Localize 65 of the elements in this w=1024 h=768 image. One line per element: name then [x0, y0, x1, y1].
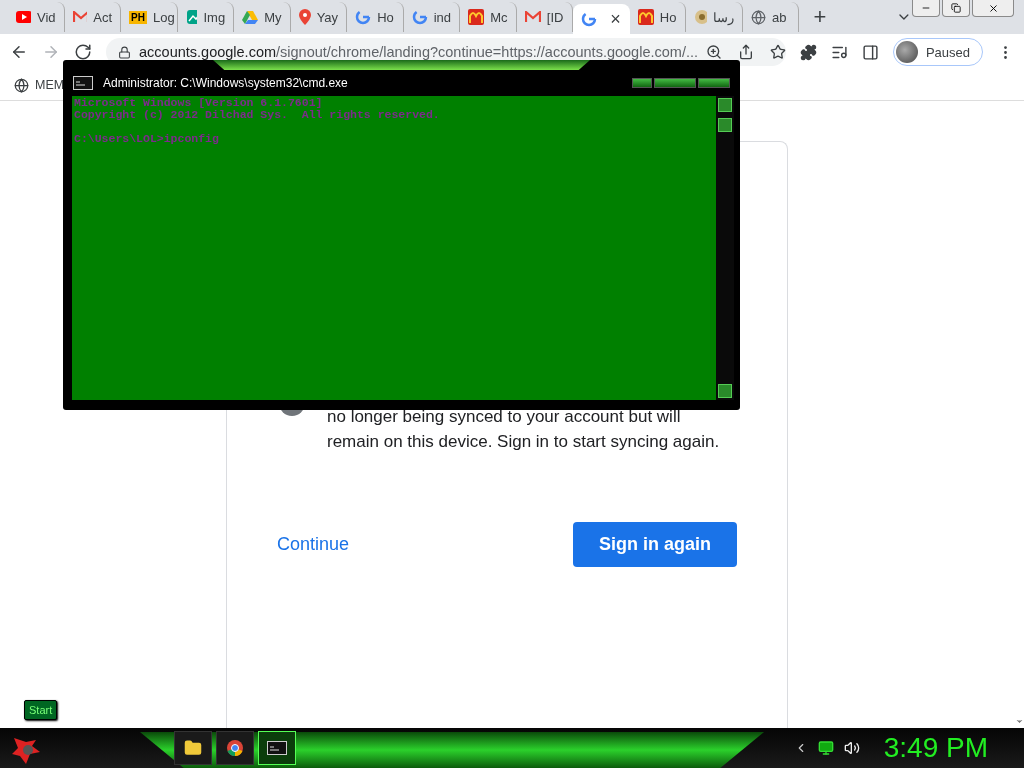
arches-icon: [468, 9, 485, 25]
taskbar-app-button[interactable]: [216, 731, 254, 765]
console-icon: [73, 76, 93, 90]
map-pin-icon: [298, 9, 311, 25]
console-line: Microsoft Windows [Version 6.1.7601]: [74, 97, 324, 109]
avatar: [895, 41, 918, 63]
sign-in-button[interactable]: Sign in again: [573, 522, 737, 567]
minimize-button[interactable]: [632, 78, 652, 88]
emblem-icon: [694, 9, 707, 25]
console-icon: [267, 741, 287, 755]
close-button[interactable]: [698, 78, 730, 88]
new-tab-button[interactable]: +: [799, 4, 837, 34]
arches-icon: [637, 9, 654, 25]
ring-icon: [355, 9, 372, 25]
browser-tab[interactable]: Mc: [460, 2, 517, 32]
window-title: Administrator: C:\Windows\system32\cmd.exe: [103, 76, 348, 90]
clock[interactable]: 3:49 PM: [883, 732, 988, 764]
folder-icon: [184, 739, 202, 757]
globe-icon: [14, 77, 29, 93]
scroll-thumb[interactable]: [718, 118, 732, 132]
browser-tab[interactable]: رسا: [686, 2, 743, 32]
browser-icon: [226, 739, 244, 757]
console-line: Copyright (c) 2012 Dilchad Sys. All rights reserved.: [74, 109, 441, 121]
triangle-icon: [242, 10, 259, 24]
side-panel-icon[interactable]: [861, 43, 879, 61]
browser-tab[interactable]: ×: [573, 4, 630, 34]
browser-tab[interactable]: ab: [742, 2, 800, 32]
envelope-icon: [72, 11, 88, 23]
bookmark-star-icon[interactable]: [770, 44, 786, 60]
continue-button[interactable]: Continue: [277, 526, 350, 563]
share-icon[interactable]: [738, 44, 754, 60]
maximize-button[interactable]: [654, 78, 696, 88]
globe-icon: [750, 9, 766, 25]
envelope-icon: [524, 11, 541, 23]
image-icon: [185, 9, 198, 25]
browser-tab[interactable]: My: [234, 2, 291, 32]
browser-tab[interactable]: Ho: [347, 2, 404, 32]
console-line: C:\Users\LOL>ipconfig: [74, 133, 220, 145]
tab-badge: PH: [129, 10, 147, 24]
zoom-icon[interactable]: [706, 44, 722, 60]
play-icon: [16, 11, 31, 23]
restore-button[interactable]: [942, 0, 971, 17]
browser-tab[interactable]: Vid: [8, 2, 65, 32]
back-icon[interactable]: [10, 43, 28, 61]
volume-icon[interactable]: [843, 740, 860, 756]
message-text: no longer being synced to your account but will remain on this device. Sign in to start syncing again.: [327, 406, 721, 453]
browser-tab[interactable]: Yay: [290, 2, 348, 32]
restore-icon: [951, 3, 962, 13]
browser-tab[interactable]: ind: [403, 2, 461, 32]
bookmark-item[interactable]: MEM: [14, 77, 65, 93]
taskbar-app-button[interactable]: [174, 731, 212, 765]
browser-tab[interactable]: Act: [64, 2, 122, 32]
browser-tab[interactable]: Img: [177, 2, 235, 32]
network-icon[interactable]: [817, 740, 834, 756]
close-icon: [987, 2, 999, 14]
ring-icon: [411, 9, 428, 25]
extensions-icon[interactable]: [799, 43, 817, 61]
lock-icon: [118, 45, 131, 59]
start-tooltip: Start: [24, 700, 58, 720]
url-text: accounts.google.com/signout/chrome/landing?continue=https://accounts.google.com/...: [139, 44, 698, 60]
scroll-down-icon[interactable]: [1014, 717, 1024, 726]
browser-tab[interactable]: PH Log: [121, 2, 178, 32]
browser-tab[interactable]: Ho: [629, 2, 687, 32]
reload-icon[interactable]: [74, 43, 92, 61]
ring-icon: [581, 11, 598, 27]
